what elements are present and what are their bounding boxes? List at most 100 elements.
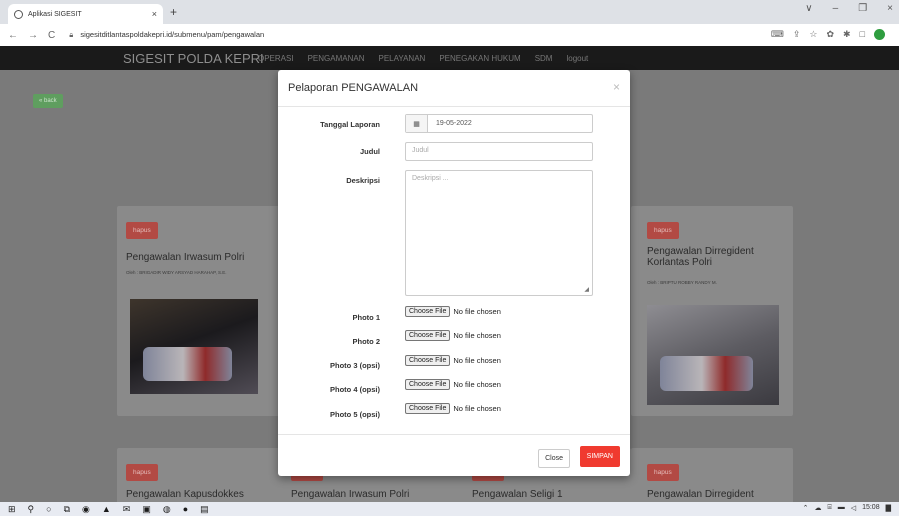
close-button[interactable]: Close: [538, 449, 570, 468]
app-icon[interactable]: ▣: [142, 504, 151, 515]
tab-search-icon[interactable]: ∨: [805, 3, 812, 14]
share-icon[interactable]: ⇪: [793, 29, 801, 40]
app-icon[interactable]: ◉: [82, 504, 90, 515]
card-author: Oleh : BRIGADIR WIDY ARSYAD HARAHAP, S.E…: [126, 270, 227, 275]
address-bar[interactable]: 🔒︎ sigesitditlantaspoldakepri.id/submenu…: [69, 30, 264, 40]
photo-label: Photo 2: [352, 337, 381, 346]
choose-file-button[interactable]: Choose File: [405, 403, 451, 414]
tanggal-label: Tanggal Laporan: [320, 120, 380, 129]
extension-icon[interactable]: ✿: [826, 29, 834, 40]
delete-button[interactable]: hapus: [126, 222, 158, 239]
photo-file-input[interactable]: Choose File No file chosen: [405, 379, 501, 390]
choose-file-button[interactable]: Choose File: [405, 355, 451, 366]
date-value: 19-05-2022: [436, 120, 472, 127]
volume-icon[interactable]: ◁: [851, 504, 856, 512]
modal-close-icon[interactable]: ×: [613, 80, 620, 94]
card-title: Pengawalan Seligi 1: [472, 489, 563, 500]
nav-penegakan-hukum[interactable]: PENEGAKAN HUKUM: [439, 54, 520, 63]
back-arrow-icon[interactable]: ←: [8, 30, 18, 41]
deskripsi-label: Deskripsi: [346, 176, 380, 185]
choose-file-button[interactable]: Choose File: [405, 330, 451, 341]
browser-tab-strip: Aplikasi SIGESIT × + ∨ – ❐ ×: [0, 0, 899, 24]
app-icon[interactable]: ●: [183, 504, 188, 515]
car-shape: [660, 356, 753, 391]
delete-button[interactable]: hapus: [126, 464, 158, 481]
system-tray: ⌃ ☁ ⌸ ▬ ◁ 15:08 ▇: [803, 504, 891, 512]
battery-icon[interactable]: ▬: [838, 504, 845, 512]
nav-logout[interactable]: logout: [566, 54, 588, 63]
os-taskbar: ⊞ ⚲ ○ ⧉ ◉ ▲ ✉ ▣ ◍ ● ▤ ⌃ ☁ ⌸ ▬ ◁ 15:08 ▇: [0, 502, 899, 516]
photo-file-input[interactable]: Choose File No file chosen: [405, 330, 501, 341]
puzzle-icon[interactable]: ✱: [843, 29, 851, 40]
notification-icon[interactable]: ▇: [886, 504, 891, 512]
reload-icon[interactable]: C: [48, 30, 55, 41]
delete-button[interactable]: hapus: [647, 222, 679, 239]
tray-chevron-icon[interactable]: ⌃: [803, 504, 809, 512]
photo-file-input[interactable]: Choose File No file chosen: [405, 403, 501, 414]
modal-title: Pelaporan PENGAWALAN: [288, 82, 419, 94]
card-photo: [647, 305, 779, 405]
report-card: hapus Pengawalan Kapusdokkes: [117, 448, 282, 502]
window-controls: ∨ – ❐ ×: [805, 3, 893, 14]
report-modal: Pelaporan PENGAWALAN × Tanggal Laporan ▦…: [278, 70, 630, 476]
card-photo: [130, 299, 258, 394]
close-window-icon[interactable]: ×: [887, 3, 893, 14]
file-status: No file chosen: [453, 380, 501, 389]
new-tab-button[interactable]: +: [170, 5, 177, 19]
choose-file-button[interactable]: Choose File: [405, 306, 451, 317]
modal-header: Pelaporan PENGAWALAN ×: [278, 70, 630, 107]
photo-label: Photo 3 (opsi): [330, 361, 380, 370]
calendar-icon[interactable]: ▦: [406, 115, 428, 132]
site-nav-links: OPERASI PENGAMANAN PELAYANAN PENEGAKAN H…: [258, 54, 588, 63]
card-title: Pengawalan Kapusdokkes: [126, 489, 244, 500]
site-favicon-icon: [14, 9, 23, 19]
date-field[interactable]: ▦ 19-05-2022: [405, 114, 593, 133]
resize-handle-icon[interactable]: ◢: [584, 286, 589, 293]
cloud-icon[interactable]: ☁: [814, 504, 821, 512]
delete-button[interactable]: hapus: [647, 464, 679, 481]
minimize-icon[interactable]: –: [833, 3, 839, 14]
choose-file-button[interactable]: Choose File: [405, 379, 451, 390]
photo-label: Photo 4 (opsi): [330, 385, 380, 394]
cortana-icon[interactable]: ○: [46, 504, 51, 515]
report-card: hapus Pengawalan Irwasum Polri Oleh : BR…: [117, 206, 282, 416]
photo-file-input[interactable]: Choose File No file chosen: [405, 355, 501, 366]
network-icon[interactable]: ⌸: [827, 504, 831, 512]
card-title: Pengawalan Dirregident Korlantas Polri: [647, 246, 754, 268]
profile-avatar[interactable]: [874, 29, 885, 40]
site-brand[interactable]: SIGESIT POLDA KEPRI: [123, 51, 264, 66]
tab-close-icon[interactable]: ×: [152, 9, 157, 19]
task-view-icon[interactable]: ⧉: [64, 504, 70, 515]
nav-sdm[interactable]: SDM: [535, 54, 553, 63]
translate-icon[interactable]: ⌨: [771, 29, 784, 40]
mail-icon[interactable]: ✉: [123, 504, 131, 515]
nav-operasi[interactable]: OPERASI: [258, 54, 294, 63]
nav-pelayanan[interactable]: PELAYANAN: [378, 54, 425, 63]
app-icon[interactable]: ▤: [200, 504, 209, 515]
file-status: No file chosen: [453, 404, 501, 413]
judul-placeholder: Judul: [412, 147, 429, 154]
browser-tab[interactable]: Aplikasi SIGESIT ×: [8, 4, 163, 24]
clock[interactable]: 15:08: [862, 504, 880, 512]
app-icon[interactable]: ▲: [102, 504, 111, 515]
taskbar-apps: ⊞ ⚲ ○ ⧉ ◉ ▲ ✉ ▣ ◍ ● ▤: [8, 504, 209, 515]
address-bar-row: ← → C 🔒︎ sigesitditlantaspoldakepri.id/s…: [0, 24, 899, 46]
photo-file-input[interactable]: Choose File No file chosen: [405, 306, 501, 317]
nav-pengamanan[interactable]: PENGAMANAN: [308, 54, 365, 63]
chrome-icon[interactable]: ◍: [163, 504, 171, 515]
search-icon[interactable]: ⚲: [28, 504, 35, 515]
deskripsi-textarea[interactable]: Deskripsi ... ◢: [405, 170, 593, 296]
restore-icon[interactable]: ❐: [858, 3, 867, 14]
card-title: Pengawalan Dirregident: [647, 489, 754, 500]
save-button[interactable]: SIMPAN: [579, 446, 620, 467]
judul-input[interactable]: Judul: [405, 142, 593, 161]
sidebar-icon[interactable]: □: [860, 29, 865, 40]
deskripsi-placeholder: Deskripsi ...: [412, 175, 449, 182]
start-icon[interactable]: ⊞: [8, 504, 16, 515]
file-status: No file chosen: [453, 331, 501, 340]
card-title: Pengawalan Irwasum Polri: [291, 489, 410, 500]
card-title: Pengawalan Irwasum Polri: [126, 252, 245, 263]
back-button[interactable]: « back: [33, 94, 63, 108]
bookmark-star-icon[interactable]: ☆: [809, 29, 817, 40]
forward-arrow-icon[interactable]: →: [28, 30, 38, 41]
